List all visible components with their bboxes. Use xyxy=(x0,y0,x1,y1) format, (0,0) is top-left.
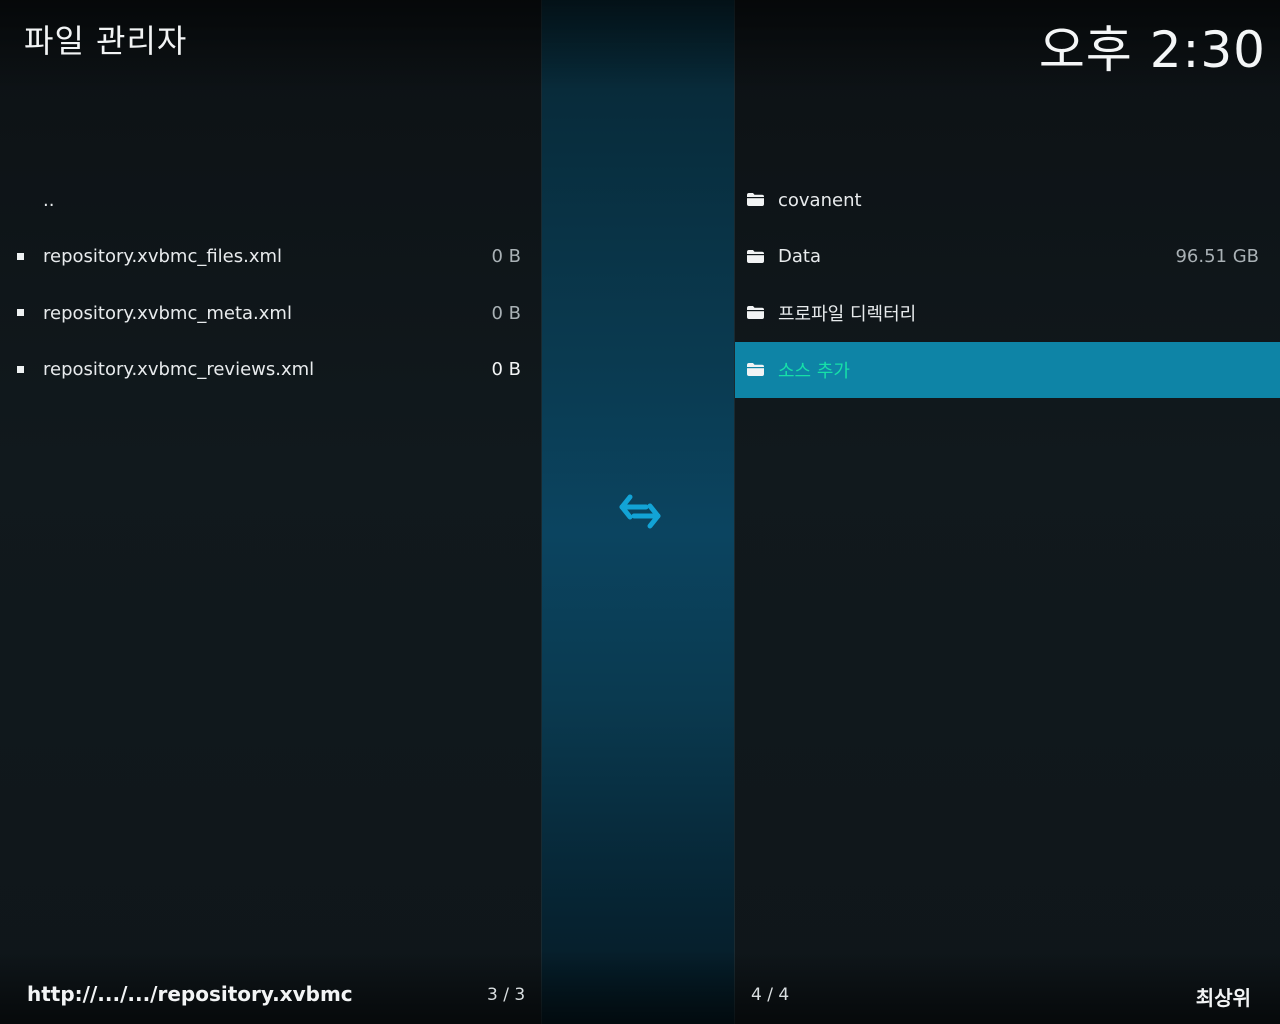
current-path: http://.../.../repository.xvbmc xyxy=(27,982,353,1006)
drive-size: 96.51 GB xyxy=(1175,246,1259,268)
folder-icon xyxy=(747,249,764,263)
clock: 오후 2:30 xyxy=(1038,21,1266,79)
folder-icon xyxy=(747,362,764,376)
list-item[interactable]: repository.xvbmc_meta.xml 0 B xyxy=(0,285,541,342)
list-item-label: 프로파일 디렉터리 xyxy=(778,304,917,326)
list-item-parent[interactable]: .. xyxy=(0,172,541,229)
file-size: 0 B xyxy=(491,246,521,268)
file-bullet-icon xyxy=(17,309,24,317)
right-pane xyxy=(735,0,1280,1024)
list-item-label: 소스 추가 xyxy=(778,360,850,382)
folder-icon xyxy=(747,193,764,207)
left-pane xyxy=(0,0,541,1024)
swap-arrows-icon[interactable] xyxy=(616,490,664,534)
list-item-label: repository.xvbmc_files.xml xyxy=(43,246,283,268)
file-size: 0 B xyxy=(491,302,521,324)
right-item-count: 4 / 4 xyxy=(751,985,790,1005)
file-bullet-icon xyxy=(17,252,24,260)
list-item-label: .. xyxy=(43,189,55,211)
current-location: 최상위 xyxy=(1195,986,1251,1010)
list-item[interactable]: Data 96.51 GB xyxy=(735,229,1280,286)
list-item-label: Data xyxy=(778,246,821,268)
list-item[interactable]: 프로파일 디렉터리 xyxy=(735,285,1280,342)
left-item-count: 3 / 3 xyxy=(487,985,526,1005)
list-item-label: repository.xvbmc_meta.xml xyxy=(43,302,292,324)
file-manager-screen: 파일 관리자 오후 2:30 .. repository.xvbmc_files… xyxy=(0,0,1280,1024)
file-size: 0 B xyxy=(491,359,521,381)
folder-icon xyxy=(747,306,764,320)
list-item[interactable]: covanent xyxy=(735,172,1280,229)
list-item-selected[interactable]: 소스 추가 xyxy=(735,341,1280,398)
list-item-label: covanent xyxy=(778,189,862,211)
list-item[interactable]: repository.xvbmc_reviews.xml 0 B xyxy=(0,342,541,399)
left-file-list: .. repository.xvbmc_files.xml 0 B reposi… xyxy=(0,172,541,398)
list-item[interactable]: repository.xvbmc_files.xml 0 B xyxy=(0,229,541,286)
page-title: 파일 관리자 xyxy=(24,22,188,60)
list-item-label: repository.xvbmc_reviews.xml xyxy=(43,359,315,381)
file-bullet-icon xyxy=(17,365,24,373)
right-source-list: covanent Data 96.51 GB 프로파일 디렉터리 소스 추가 xyxy=(735,172,1280,398)
